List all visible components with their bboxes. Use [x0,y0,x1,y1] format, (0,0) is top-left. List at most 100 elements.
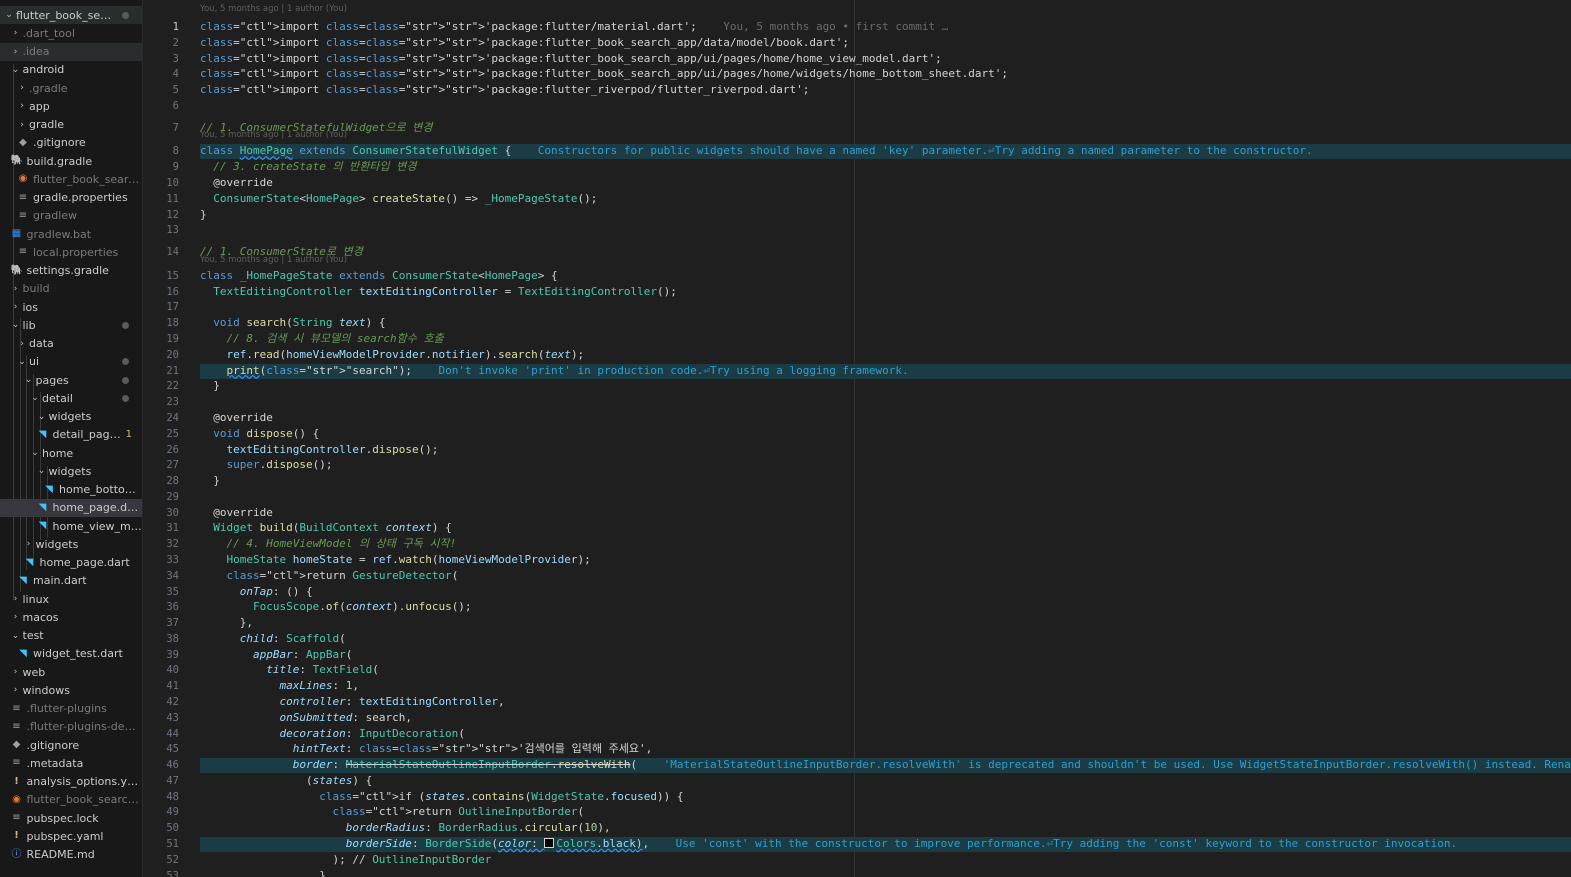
folder-item[interactable]: ⌄ home [0,444,142,462]
code-line[interactable]: class="ctl">import class=class="str">"st… [200,19,948,35]
folder-item[interactable]: ⌄ pages [0,371,142,389]
code-line[interactable]: borderRadius: BorderRadius.circular(10), [200,820,611,836]
folder-item[interactable]: › .gradle [0,79,142,97]
code-line[interactable]: class HomePage extends ConsumerStatefulW… [200,143,1313,159]
file-item[interactable]: ! pubspec.yaml [0,827,142,845]
code-line[interactable]: HomeState homeState = ref.watch(homeView… [200,552,591,568]
file-item[interactable]: ≡ pubspec.lock [0,809,142,827]
folder-item[interactable]: › build [0,280,142,298]
folder-item[interactable]: › .dart_tool [0,24,142,42]
code-line[interactable]: class="ctl">import class=class="str">"st… [200,82,809,98]
file-item[interactable]: ! analysis_options.yaml [0,773,142,791]
file-item[interactable]: ◥ detail_page....1 [0,426,142,444]
code-line[interactable]: class _HomePageState extends ConsumerSta… [200,268,558,284]
code-line[interactable]: class="ctl">if (states.contains(WidgetSt… [200,789,683,805]
code-editor[interactable]: You, 5 months ago | 1 author (You) You, 5… [143,0,1571,877]
code-line[interactable]: onTap: () { [200,584,313,600]
code-line[interactable]: } [200,378,220,394]
file-item[interactable]: ◥ widget_test.dart [0,645,142,663]
code-line[interactable]: border: MaterialStateOutlineInputBorder.… [200,757,1571,773]
file-item[interactable]: ◥ home_page.dart [0,498,142,517]
file-item[interactable]: ◉ flutter_book_search_... [0,170,142,188]
folder-item[interactable]: ⌄ lib [0,316,142,334]
folder-item[interactable]: › linux [0,590,142,608]
code-line[interactable]: maxLines: 1, [200,678,358,694]
code-line[interactable]: textEditingController.dispose(); [200,442,439,458]
modified-dot-icon [122,358,129,366]
code-line[interactable]: ); // OutlineInputBorder [200,852,491,868]
code-line[interactable]: appBar: AppBar( [200,647,352,663]
code-line[interactable]: ConsumerState<HomePage> createState() =>… [200,191,597,207]
file-item[interactable]: ≡ .flutter-plugins-depen... [0,718,142,736]
file-item[interactable]: ≡ local.properties [0,243,142,261]
code-line[interactable]: TextEditingController textEditingControl… [200,284,677,300]
folder-item[interactable]: › app [0,97,142,115]
file-item[interactable]: ◥ home_bottom_... [0,481,142,499]
folder-item[interactable]: › gradle [0,116,142,134]
code-line[interactable]: } [200,473,220,489]
code-line[interactable]: class="ctl">import class=class="str">"st… [200,66,1008,82]
folder-item[interactable]: › ios [0,298,142,316]
file-item[interactable]: ◉ flutter_book_search_a... [0,791,142,809]
code-line[interactable]: @override [200,505,273,521]
file-item[interactable]: 🐘 settings.gradle [0,262,142,280]
folder-item[interactable]: › .idea [0,42,142,61]
folder-item[interactable]: › windows [0,681,142,699]
file-item[interactable]: ◥ main.dart [0,572,142,590]
code-line[interactable]: borderSide: BorderSide(color: Colors.bla… [200,836,1457,852]
folder-item[interactable]: ⌄ test [0,627,142,645]
code-line[interactable]: (states) { [200,773,372,789]
line-number: 27 [166,459,179,472]
file-item[interactable]: 🐘 build.gradle [0,152,142,170]
file-item[interactable]: ≡ .flutter-plugins [0,700,142,718]
code-line[interactable]: // 8. 검색 시 뷰모델의 search함수 호출 [200,331,443,347]
code-line[interactable]: class="ctl">import class=class="str">"st… [200,35,849,51]
code-line[interactable]: // 3. createState 의 반환타입 변경 [200,159,416,175]
file-item[interactable]: ◥ home_page.dart [0,554,142,572]
chevron-right-icon: › [13,612,18,623]
file-item[interactable]: ◆ .gitignore [0,736,142,754]
code-line[interactable]: @override [200,410,273,426]
code-line[interactable]: hintText: class=class="str">"str">'검색어를 … [200,741,653,757]
folder-item[interactable]: ⌄ widgets [0,462,142,480]
code-line[interactable]: // 1. ConsumerStatefulWidget으로 변경 [200,120,433,136]
code-line[interactable]: class="ctl">return OutlineInputBorder( [200,804,584,820]
code-line[interactable]: title: TextField( [200,662,379,678]
code-line[interactable]: Widget build(BuildContext context) { [200,520,451,536]
code-line[interactable]: class="ctl">import class=class="str">"st… [200,51,942,67]
folder-item[interactable]: ⌄ detail [0,389,142,407]
code-line[interactable]: void search(String text) { [200,315,385,331]
file-item[interactable]: ◆ .gitignore [0,134,142,152]
code-line[interactable]: FocusScope.of(context).unfocus(); [200,599,472,615]
file-item[interactable]: ≡ gradlew [0,207,142,225]
folder-item[interactable]: ⌄ widgets [0,408,142,426]
folder-item[interactable]: › web [0,663,142,681]
code-line[interactable]: }, [200,615,253,631]
code-line[interactable]: ref.read(homeViewModelProvider.notifier)… [200,347,585,363]
code-line[interactable]: // 4. HomeViewModel 의 상태 구독 시작! [200,536,456,552]
folder-item[interactable]: ⌄ flutter_book_sear... [0,6,142,24]
code-line[interactable]: decoration: InputDecoration( [200,726,464,742]
folder-item[interactable]: › data [0,335,142,353]
code-line[interactable]: child: Scaffold( [200,631,346,647]
folder-item[interactable]: ⌄ ui [0,353,142,371]
file-item[interactable]: ≡ gradle.properties [0,189,142,207]
code-line[interactable]: print(class="str">"search"); Don't invok… [200,363,909,379]
file-item[interactable]: ≡ .metadata [0,754,142,772]
code-line[interactable]: } [200,207,207,223]
file-item[interactable]: ▦ gradlew.bat [0,225,142,243]
code-line[interactable]: super.dispose(); [200,457,333,473]
code-line[interactable]: @override [200,175,273,191]
folder-item[interactable]: ⌄ android [0,61,142,79]
code-line[interactable]: class="ctl">return GestureDetector( [200,568,459,584]
code-line[interactable]: } [200,868,326,877]
file-item[interactable]: ◥ home_view_mod... [0,517,142,535]
code-line[interactable]: controller: textEditingController, [200,694,504,710]
code-line[interactable]: onSubmitted: search, [200,710,411,726]
code-line[interactable]: void dispose() { [200,426,319,442]
codelens-blame[interactable]: You, 5 months ago | 1 author (You) [200,4,347,14]
folder-item[interactable]: › macos [0,608,142,626]
code-line[interactable]: // 1. ConsumerState로 변경 [200,244,363,260]
file-item[interactable]: ⓘ README.md [0,846,142,864]
folder-item[interactable]: › widgets [0,535,142,553]
